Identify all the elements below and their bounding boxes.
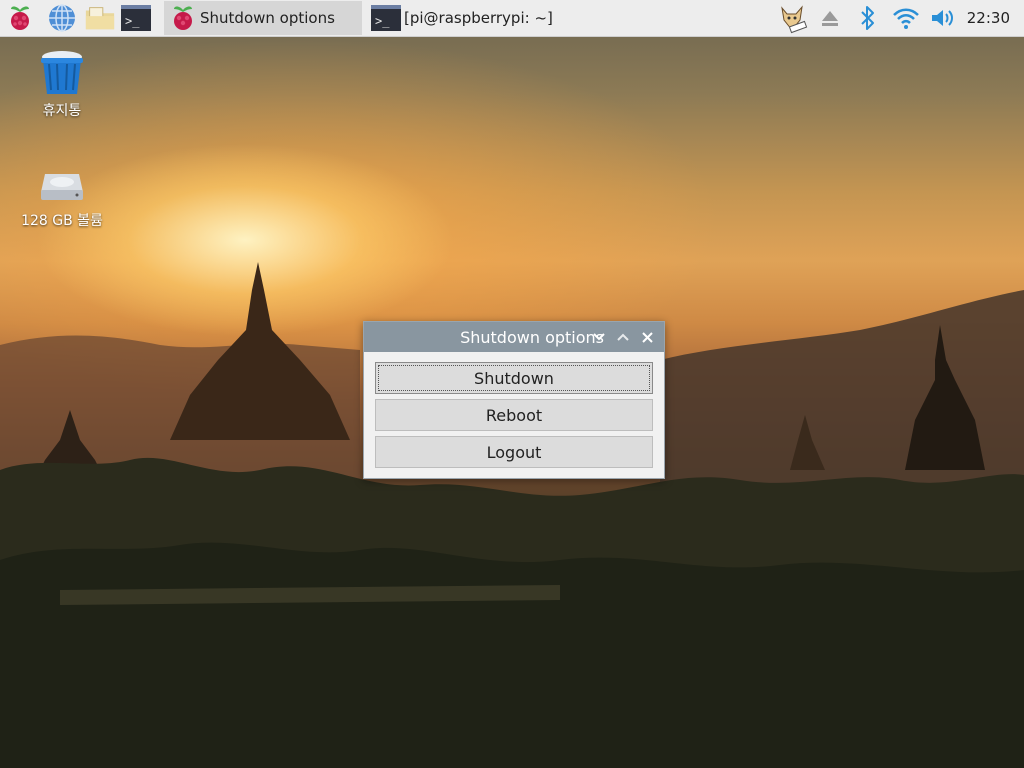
dialog-titlebar[interactable]: Shutdown options	[364, 322, 664, 352]
task-label: Shutdown options	[200, 9, 335, 27]
clock[interactable]: 22:30	[963, 9, 1024, 27]
system-tray: 22:30	[773, 0, 1024, 36]
taskbar: >_ Shutdown options >_ [pi@raspberrypi: …	[0, 0, 1024, 37]
desktop-icon-label: 128 GB 볼륨	[21, 213, 103, 229]
maximize-icon[interactable]	[614, 328, 632, 346]
web-browser-icon[interactable]	[46, 2, 78, 34]
volume-icon[interactable]	[925, 0, 963, 36]
reboot-button[interactable]: Reboot	[375, 399, 653, 431]
close-icon[interactable]	[638, 328, 656, 346]
task-terminal[interactable]: >_ [pi@raspberrypi: ~]	[364, 1, 564, 35]
svg-text:>_: >_	[375, 14, 390, 28]
svg-text:>_: >_	[125, 14, 140, 28]
task-label: [pi@raspberrypi: ~]	[404, 9, 553, 27]
bluetooth-icon[interactable]	[849, 0, 887, 36]
shutdown-options-dialog: Shutdown options Shutdown Reboot Logout	[363, 321, 665, 479]
desktop-icon-drive[interactable]: 128 GB 볼륨	[12, 152, 112, 230]
file-manager-icon[interactable]	[84, 2, 116, 34]
task-shutdown-options[interactable]: Shutdown options	[164, 1, 362, 35]
trash-icon	[12, 44, 112, 96]
raspberry-menu-icon[interactable]	[4, 2, 36, 34]
shutdown-button[interactable]: Shutdown	[375, 362, 653, 394]
eject-icon[interactable]	[811, 0, 849, 36]
wifi-icon[interactable]	[887, 0, 925, 36]
raspberry-icon	[170, 4, 196, 32]
dialog-title: Shutdown options	[460, 327, 604, 347]
window-controls	[590, 322, 656, 352]
desktop-icon-label: 휴지통	[42, 103, 82, 119]
minimize-icon[interactable]	[590, 328, 608, 346]
vnc-cat-icon[interactable]	[773, 0, 811, 36]
drive-icon	[12, 152, 112, 204]
desktop-icon-trash[interactable]: 휴지통	[12, 44, 112, 120]
logout-button[interactable]: Logout	[375, 436, 653, 468]
terminal-icon: >_	[370, 4, 402, 32]
terminal-icon[interactable]: >_	[120, 2, 152, 34]
